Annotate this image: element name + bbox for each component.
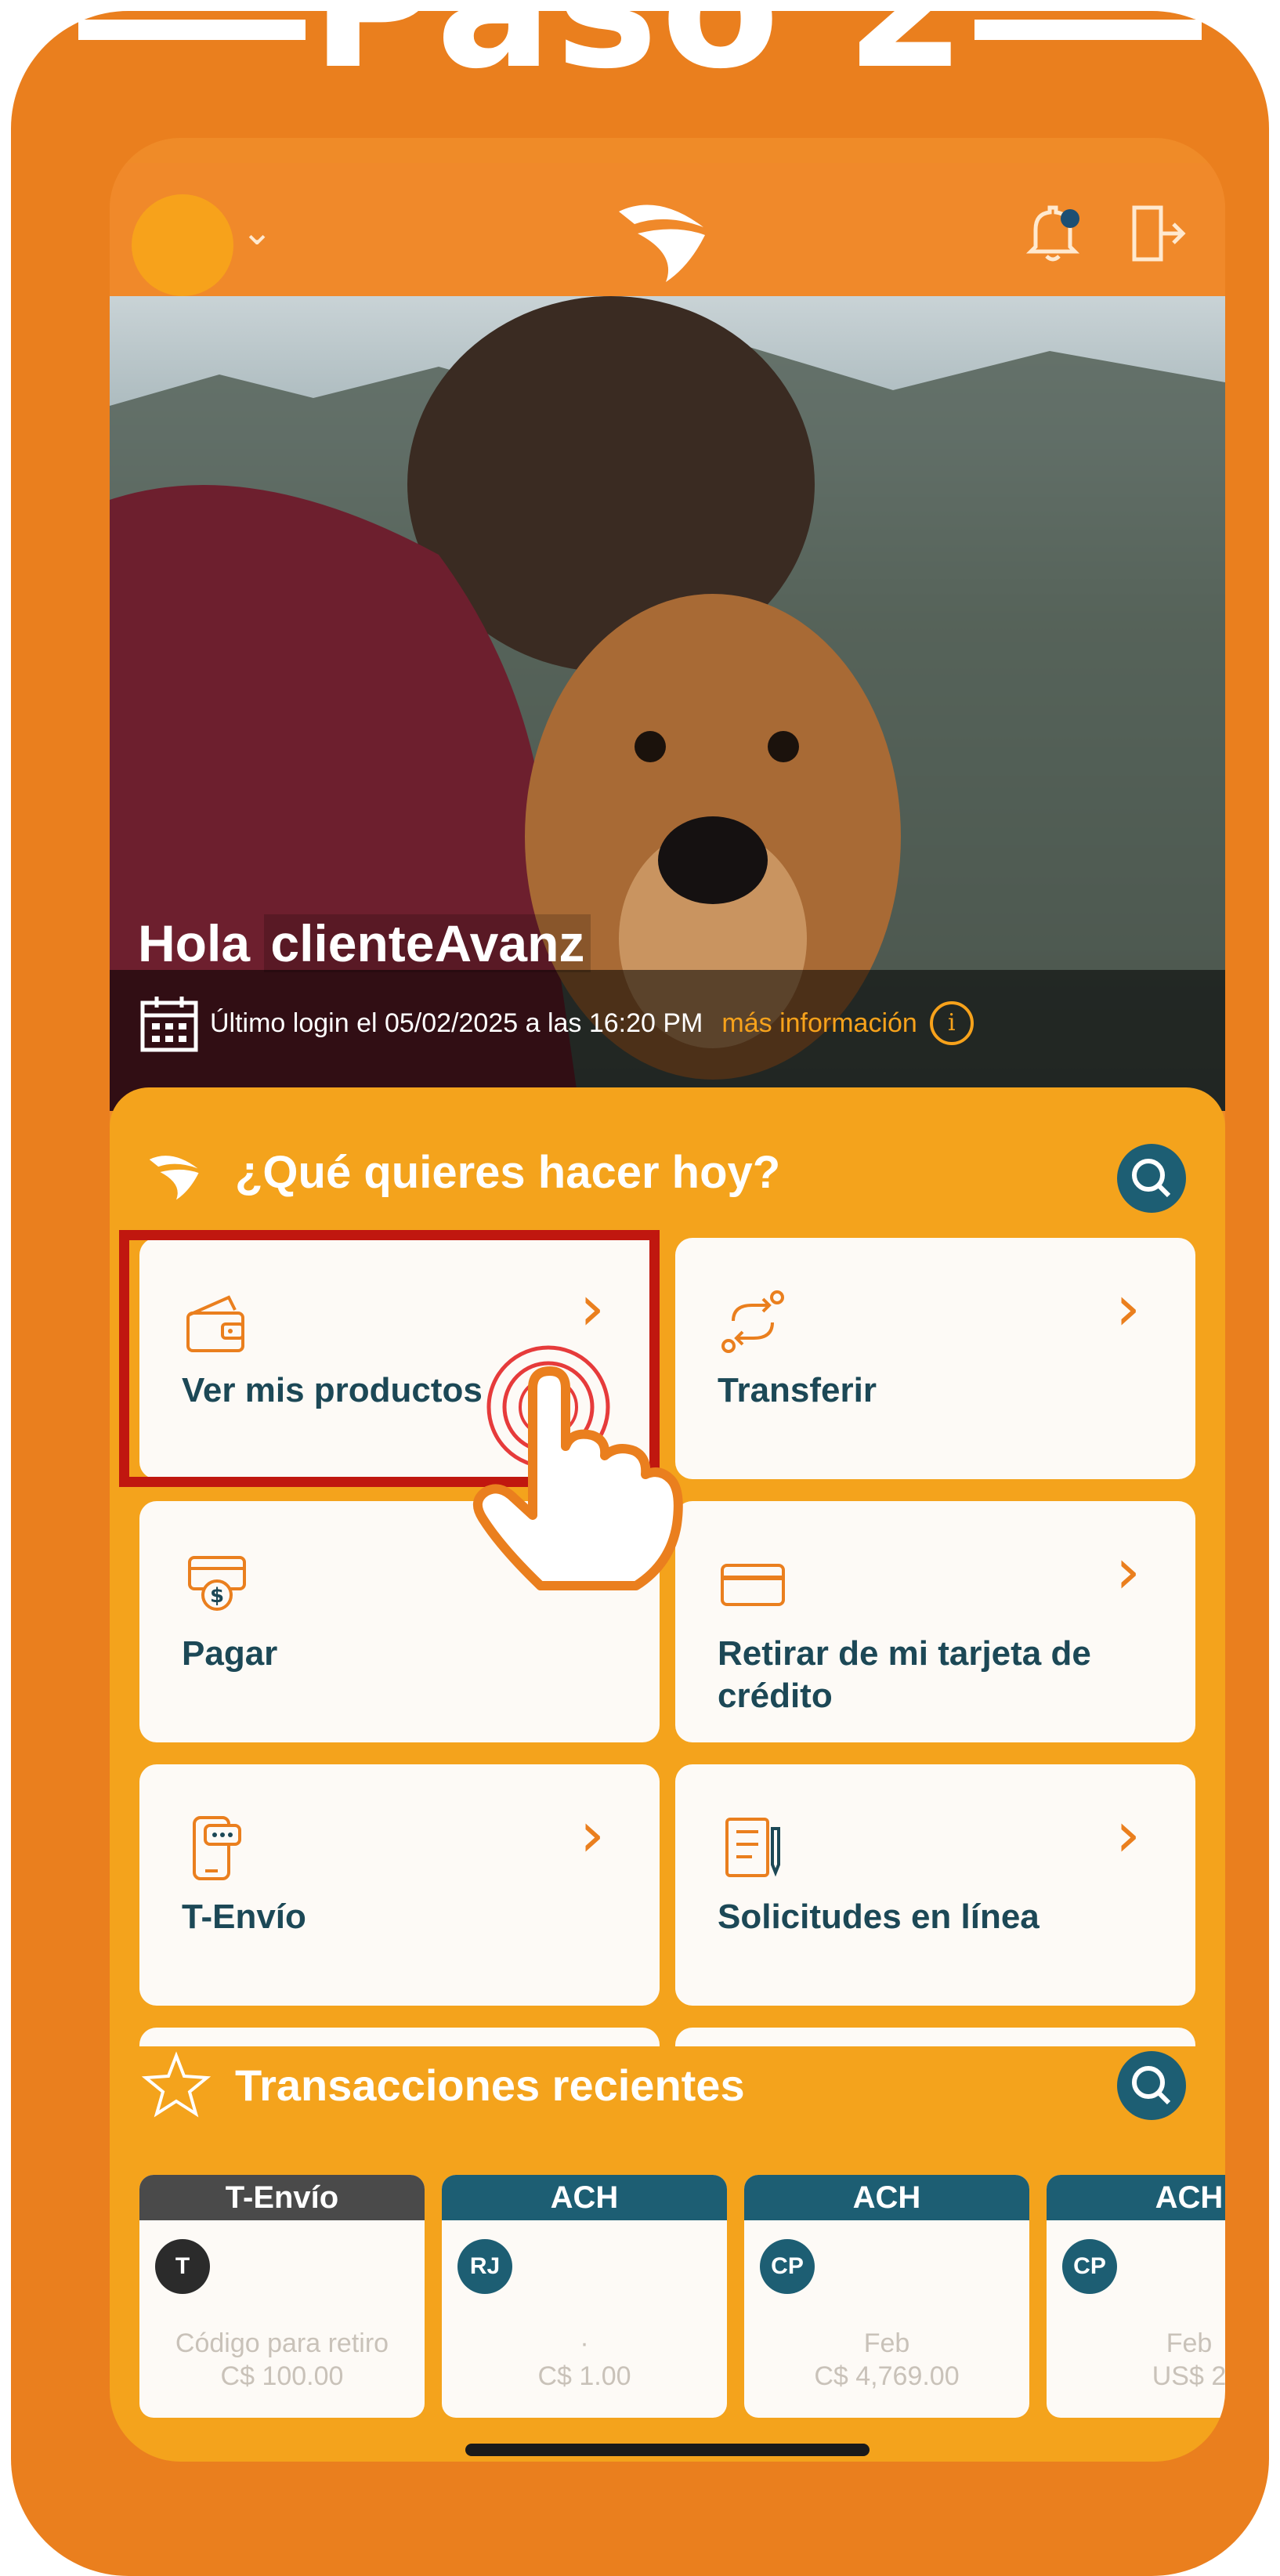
- transaction-avatar: CP: [1062, 2239, 1117, 2294]
- phone-transfer-icon: [193, 1816, 241, 1880]
- action-label: Solicitudes en línea: [718, 1898, 1040, 1936]
- action-label: T-Envío: [182, 1898, 306, 1936]
- search-icon: [1132, 1159, 1171, 1198]
- form-icon: [725, 1818, 780, 1877]
- chevron-right-icon: ›: [580, 1798, 605, 1871]
- action-label: Retirar de mi tarjeta de crédito: [718, 1634, 1091, 1715]
- chevron-right-icon: ›: [1115, 1272, 1141, 1344]
- actions-title: ¿Qué quieres hacer hoy?: [235, 1146, 781, 1198]
- greeting: Hola clienteAvanz: [138, 914, 591, 973]
- transaction-type: ACH: [442, 2175, 727, 2220]
- recent-title: Transacciones recientes: [235, 2060, 745, 2110]
- transaction-detail: ·: [580, 2328, 589, 2358]
- chevron-down-icon[interactable]: ⌄: [241, 210, 273, 254]
- action-card-requests[interactable]: › Solicitudes en línea: [675, 1764, 1195, 2006]
- phone-screen: ⌄ Hola clienteAvanz Último login el 05/0…: [110, 138, 1225, 2462]
- action-label: Transferir: [718, 1371, 877, 1409]
- bill-pay-icon: $: [188, 1556, 246, 1611]
- more-info-link[interactable]: más información: [721, 1008, 917, 1039]
- bank-logo: [619, 204, 705, 282]
- action-card-transfer[interactable]: › Transferir: [675, 1238, 1195, 1479]
- transaction-card[interactable]: T-Envío T Código para retiro C$ 100.00: [139, 2175, 425, 2418]
- transaction-detail: Código para retiro: [175, 2328, 389, 2358]
- transaction-avatar: T: [155, 2239, 210, 2294]
- recent-search-button[interactable]: [1117, 2051, 1186, 2120]
- action-card-partial: [139, 2028, 660, 2046]
- logout-icon[interactable]: [1120, 198, 1191, 269]
- tap-hand-icon: [473, 1345, 683, 1590]
- transaction-avatar: RJ: [457, 2239, 512, 2294]
- avatar[interactable]: [132, 194, 233, 296]
- calendar-icon: [140, 997, 198, 1052]
- action-card-partial: [675, 2028, 1195, 2046]
- credit-card-icon: [721, 1564, 785, 1606]
- transaction-detail: Feb: [863, 2328, 910, 2358]
- chevron-right-icon: ›: [1115, 1535, 1141, 1608]
- actions-search-button[interactable]: [1117, 1144, 1186, 1213]
- transaction-type: T-Envío: [139, 2175, 425, 2220]
- home-indicator[interactable]: [465, 2444, 870, 2456]
- username: clienteAvanz: [264, 914, 591, 972]
- action-card-tenvio[interactable]: › T-Envío: [139, 1764, 660, 2006]
- search-icon: [1132, 2066, 1171, 2105]
- info-icon[interactable]: i: [929, 1001, 974, 1045]
- transaction-type: ACH: [1047, 2175, 1225, 2220]
- hero-image-art: [110, 296, 1225, 1111]
- greeting-hello: Hola: [138, 914, 251, 972]
- transaction-amount: C$ 4,769.00: [814, 2361, 960, 2391]
- top-bar: ⌄: [110, 163, 1225, 296]
- action-label: Pagar: [182, 1634, 278, 1673]
- transaction-detail: Feb: [1166, 2328, 1213, 2358]
- action-card-withdraw[interactable]: › Retirar de mi tarjeta de crédito: [675, 1501, 1195, 1742]
- svg-text:$: $: [210, 1584, 224, 1608]
- transaction-avatar: CP: [760, 2239, 815, 2294]
- transaction-amount: US$ 2: [1152, 2361, 1225, 2391]
- transaction-amount: C$ 100.00: [220, 2361, 344, 2391]
- bank-logo-small-icon: [149, 1156, 199, 1200]
- star-icon: [141, 2051, 212, 2118]
- transaction-type: ACH: [744, 2175, 1029, 2220]
- transaction-card[interactable]: ACH RJ · C$ 1.00: [442, 2175, 727, 2418]
- transaction-amount: C$ 1.00: [537, 2361, 631, 2391]
- transaction-card[interactable]: ACH CP Feb C$ 4,769.00: [744, 2175, 1029, 2418]
- transfer-icon: [721, 1290, 784, 1353]
- notification-bell-icon[interactable]: [1018, 198, 1089, 269]
- recent-title-row: Transacciones recientes: [141, 2050, 745, 2120]
- transaction-card[interactable]: ACH CP Feb US$ 2: [1047, 2175, 1225, 2418]
- step-banner: Paso 2: [311, 0, 969, 107]
- hero-photo: [110, 296, 1225, 1111]
- last-login-text: Último login el 05/02/2025 a las 16:20 P…: [210, 1008, 703, 1038]
- last-login-row: Último login el 05/02/2025 a las 16:20 P…: [138, 992, 974, 1055]
- actions-title-row: ¿Qué quieres hacer hoy?: [141, 1141, 780, 1203]
- chevron-right-icon: ›: [1115, 1798, 1141, 1871]
